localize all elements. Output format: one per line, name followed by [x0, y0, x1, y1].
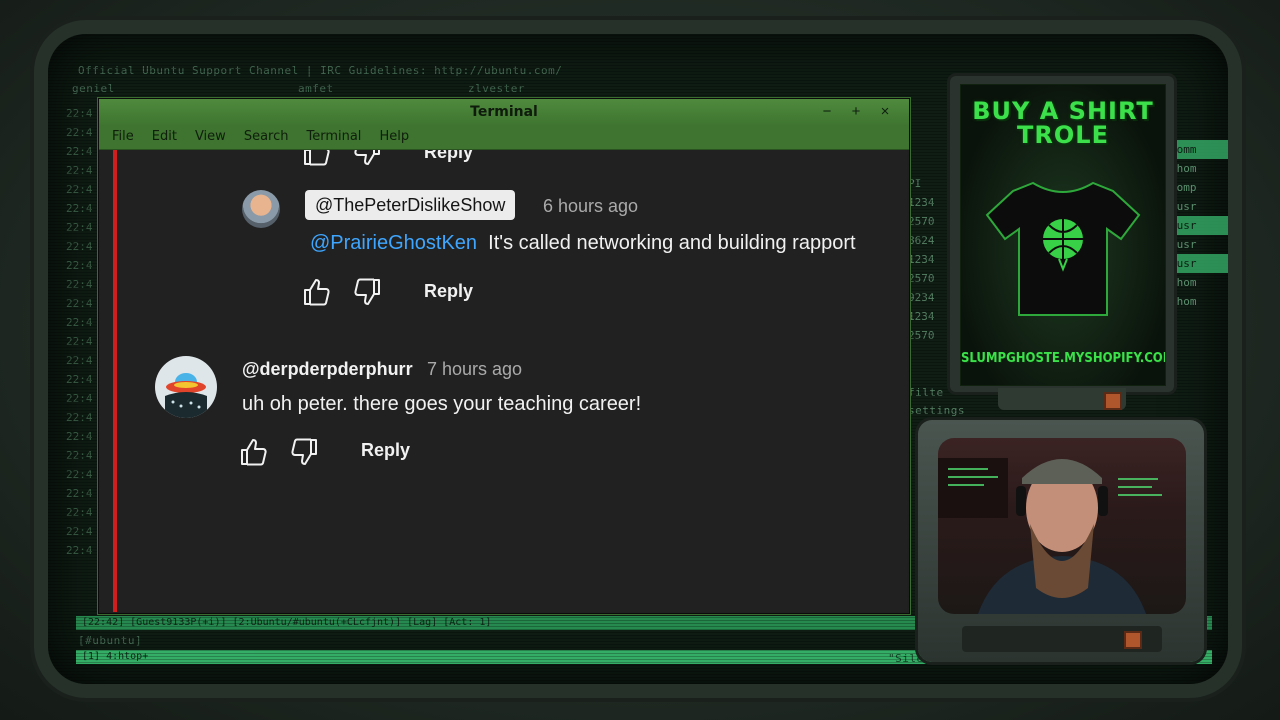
like-icon[interactable]	[238, 436, 270, 468]
comment-author-chip[interactable]: @ThePeterDislikeShow	[305, 190, 516, 220]
reply-button[interactable]: Reply	[424, 281, 473, 302]
dislike-icon[interactable]	[351, 276, 383, 308]
irc-user-1: geniel	[72, 82, 115, 95]
like-icon[interactable]	[301, 150, 333, 168]
webcam-feed	[938, 438, 1186, 614]
accent-rule	[113, 150, 117, 612]
comments-panel: Reply @ThePeterDislikeShow 6 hours ago @…	[99, 150, 907, 612]
dislike-icon[interactable]	[288, 436, 320, 468]
irc-settings-label: settings	[908, 404, 965, 417]
menu-search[interactable]: Search	[235, 125, 298, 149]
tv-control-panel	[962, 626, 1162, 652]
terminal-window[interactable]: Terminal − + × File Edit View Search Ter…	[98, 98, 910, 614]
irc-user-2: amfet	[298, 82, 334, 95]
streamer-silhouette-icon	[938, 458, 1162, 614]
close-button[interactable]: ×	[875, 99, 895, 125]
ufo-avatar-icon	[165, 373, 207, 418]
poster-url[interactable]: SLUMPGHOSTE.MYSHOPIFY.COM	[961, 351, 1165, 366]
comment-timestamp[interactable]: 6 hours ago	[543, 196, 638, 217]
avatar[interactable]	[242, 190, 280, 228]
comment-author[interactable]: @derpderpderphurr	[242, 359, 413, 380]
avatar[interactable]	[155, 356, 217, 418]
dislike-icon[interactable]	[351, 150, 383, 168]
reply-button[interactable]: Reply	[424, 150, 473, 163]
terminal-titlebar[interactable]: Terminal − + ×	[99, 99, 909, 125]
terminal-title: Terminal	[470, 104, 538, 120]
irc-channel-line: [#ubuntu]	[78, 634, 143, 647]
menu-file[interactable]: File	[103, 125, 143, 149]
tv-knob	[1124, 631, 1142, 649]
poster-knob	[1104, 392, 1122, 410]
tshirt-icon	[985, 181, 1141, 316]
menu-edit[interactable]: Edit	[143, 125, 186, 149]
maximize-button[interactable]: +	[846, 99, 866, 125]
poster-title: BUY A SHIRT TROLE	[961, 99, 1165, 147]
shirt-poster[interactable]: BUY A SHIRT TROLE SLUMPGHOSTE.MYSHOPIFY.…	[960, 84, 1166, 386]
irc-timestamps: 22:4 22:4 22:4 22:4 22:4 22:4 22:4 22:4 …	[66, 107, 93, 557]
menu-view[interactable]: View	[186, 125, 235, 149]
poster-title-line-1: BUY A SHIRT	[972, 97, 1154, 125]
mention-link[interactable]: @PrairieGhostKen	[310, 232, 477, 254]
irc-user-3: zlvester	[468, 82, 525, 95]
htop-command-column: Comm /hom comp /usr /usr /usr /usr /hom …	[1170, 140, 1230, 311]
menu-help[interactable]: Help	[370, 125, 418, 149]
comment-timestamp[interactable]: 7 hours ago	[427, 359, 522, 380]
terminal-menubar: File Edit View Search Terminal Help	[99, 125, 909, 150]
reply-button[interactable]: Reply	[361, 440, 410, 461]
irc-filter-label: filte	[908, 386, 944, 399]
poster-stand	[998, 388, 1126, 410]
menu-terminal[interactable]: Terminal	[297, 125, 370, 149]
comment-text: uh oh peter. there goes your teaching ca…	[242, 393, 642, 415]
like-icon[interactable]	[301, 276, 333, 308]
comment-text: @PrairieGhostKen It's called networking …	[310, 232, 856, 255]
irc-pid-column: PI 1234 2570 8624 1234 2570 9234 1234 25…	[908, 177, 935, 342]
irc-topic: Official Ubuntu Support Channel | IRC Gu…	[78, 64, 563, 77]
comment-body: It's called networking and building rapp…	[488, 232, 856, 254]
minimize-button[interactable]: −	[817, 99, 837, 125]
poster-title-line-2: TROLE	[1017, 121, 1109, 149]
